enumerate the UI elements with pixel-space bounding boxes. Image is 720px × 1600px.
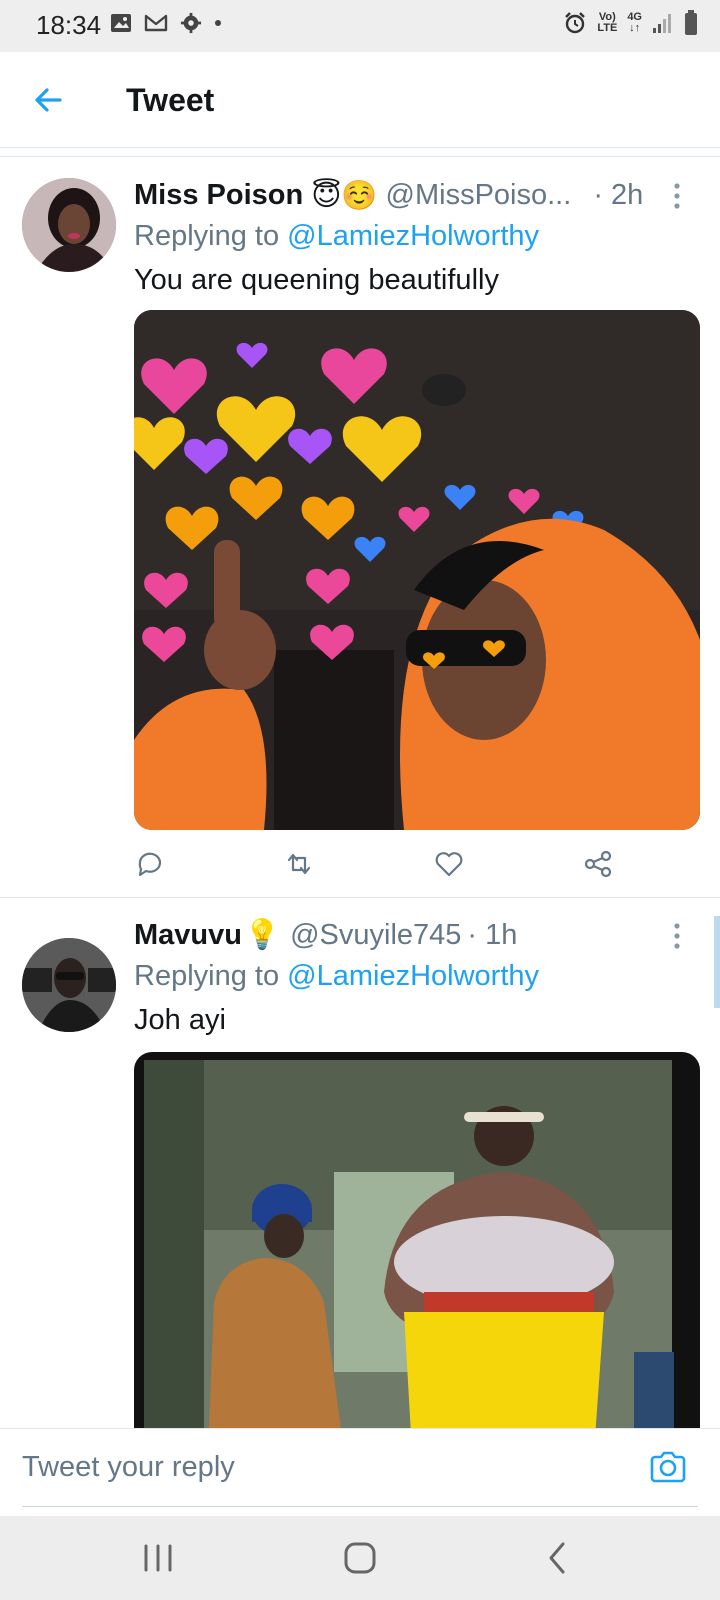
mention-link[interactable]: @LamiezHolworthy	[287, 220, 539, 252]
status-time: 18:34	[36, 10, 102, 40]
network-type-indicator: 4G ↓↑	[627, 11, 642, 34]
reply-comment-icon[interactable]	[134, 848, 166, 880]
retweet-icon[interactable]	[283, 848, 315, 880]
scrollbar[interactable]	[714, 916, 720, 1008]
status-bar: 18:34 Vo) LTE 4G ↓↑	[0, 0, 720, 52]
media-photo	[134, 310, 700, 830]
tweet-text: Joh ayi	[134, 1004, 226, 1036]
status-notification-icons	[110, 12, 222, 34]
app-header: Tweet	[0, 52, 720, 148]
user-handle[interactable]: @Svuyile745	[290, 919, 461, 952]
tweet-text: You are queening beautifully	[134, 264, 499, 296]
tweet-header: Mavuvu 💡 @Svuyile745 · 1h	[134, 918, 517, 952]
avatar[interactable]	[22, 938, 116, 1032]
header-divider	[0, 156, 720, 164]
volte-indicator: Vo) LTE	[597, 11, 618, 34]
recent-apps-icon[interactable]	[136, 1536, 180, 1580]
home-icon[interactable]	[338, 1536, 382, 1580]
share-icon[interactable]	[582, 848, 614, 880]
mention-link[interactable]: @LamiezHolworthy	[287, 960, 539, 992]
tweet-card[interactable]: Miss Poison 😇☺️ @MissPoiso... · 2h Reply…	[0, 164, 720, 898]
media-photo	[134, 1052, 700, 1452]
avatar-photo	[22, 178, 116, 272]
user-handle[interactable]: @MissPoiso...	[386, 179, 572, 212]
back-arrow-icon[interactable]	[28, 80, 68, 120]
like-heart-icon[interactable]	[433, 848, 465, 880]
more-options-icon[interactable]	[672, 922, 682, 950]
page-title: Tweet	[126, 82, 215, 118]
replying-to: Replying to @LamiezHolworthy	[134, 220, 540, 252]
avatar-photo	[22, 938, 116, 1032]
status-system-icons: Vo) LTE 4G ↓↑	[563, 10, 698, 36]
reply-composer	[0, 1428, 720, 1516]
battery-icon	[685, 10, 697, 35]
settings-gear-icon	[180, 12, 202, 34]
system-navigation-bar	[0, 1516, 720, 1600]
reply-input[interactable]	[22, 1429, 698, 1507]
tweet-actions	[134, 848, 614, 880]
name-emoji: 😇☺️	[311, 180, 378, 212]
name-emoji: 💡	[243, 919, 281, 951]
display-name[interactable]: Miss Poison	[134, 179, 303, 212]
tweet-time: · 2h	[593, 179, 644, 211]
tweet-media-image[interactable]	[134, 1052, 700, 1452]
camera-icon[interactable]	[648, 1447, 688, 1487]
tweet-header: Miss Poison 😇☺️ @MissPoiso... · 2h	[134, 178, 643, 213]
replying-to: Replying to @LamiezHolworthy	[134, 960, 540, 992]
gmail-icon	[144, 14, 168, 32]
dot-icon	[215, 20, 221, 26]
tweet-time: · 1h	[467, 918, 518, 951]
more-options-icon[interactable]	[672, 182, 682, 210]
tweet-media-image[interactable]	[134, 310, 700, 830]
avatar[interactable]	[22, 178, 116, 272]
gallery-icon	[111, 14, 131, 32]
signal-icon	[653, 14, 671, 33]
alarm-icon	[565, 12, 586, 34]
display-name[interactable]: Mavuvu	[134, 919, 242, 952]
tweet-card[interactable]: Mavuvu 💡 @Svuyile745 · 1h Replying to @L…	[0, 918, 720, 1452]
back-nav-icon[interactable]	[536, 1536, 580, 1580]
